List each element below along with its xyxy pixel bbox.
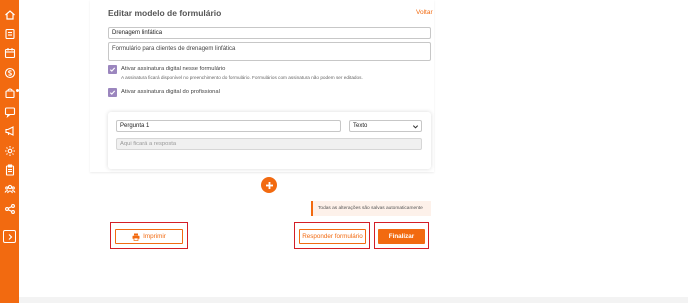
client-signature-hint: A assinatura ficará disponível no preenc… — [121, 75, 363, 80]
add-question-button[interactable] — [261, 177, 277, 193]
page-title: Editar modelo de formulário — [108, 8, 222, 18]
print-button-label: Imprimir — [143, 233, 166, 240]
question-title-input[interactable]: Pergunta 1 — [116, 120, 341, 132]
autosave-notice: Todas as alterações são salvas automatic… — [311, 201, 431, 216]
checkmark-icon — [109, 90, 116, 95]
megaphone-icon[interactable] — [3, 124, 16, 137]
home-icon[interactable] — [3, 8, 16, 21]
products-bag-icon[interactable] — [3, 86, 19, 99]
sidebar — [0, 0, 19, 303]
chat-icon[interactable] — [3, 105, 16, 118]
form-name-input[interactable]: Drenagem linfática — [108, 27, 431, 39]
plus-icon — [265, 181, 273, 189]
share-icon[interactable] — [3, 202, 16, 215]
chevron-down-icon — [412, 124, 419, 129]
printer-icon — [132, 233, 140, 241]
client-signature-checkbox[interactable] — [108, 65, 117, 74]
professional-signature-label: Ativar assinatura digital do profissiona… — [121, 89, 220, 95]
gear-icon[interactable] — [3, 144, 16, 157]
professional-signature-checkbox[interactable] — [108, 88, 117, 97]
team-icon[interactable] — [3, 182, 16, 195]
clients-icon[interactable] — [3, 27, 16, 40]
form-description-input[interactable]: Formulário para clientes de drenagem lin… — [108, 42, 431, 61]
checkmark-icon — [109, 67, 116, 72]
respond-form-button[interactable]: Responder formulário — [299, 229, 366, 244]
money-icon[interactable] — [3, 66, 16, 79]
client-signature-label: Ativar assinatura digital nesse formulár… — [121, 66, 226, 72]
chevron-right-icon — [8, 233, 12, 240]
print-button[interactable]: Imprimir — [115, 229, 183, 244]
answer-preview-field: Aqui ficará a resposta — [116, 138, 422, 150]
question-type-select[interactable]: Texto — [349, 120, 422, 132]
question-type-value: Texto — [353, 123, 368, 129]
calendar-icon[interactable] — [3, 46, 16, 59]
sidebar-expand-button[interactable] — [3, 230, 16, 243]
clipboard-icon[interactable] — [3, 163, 16, 176]
back-link[interactable]: Voltar — [416, 9, 433, 16]
finish-button[interactable]: Finalizar — [378, 229, 425, 244]
